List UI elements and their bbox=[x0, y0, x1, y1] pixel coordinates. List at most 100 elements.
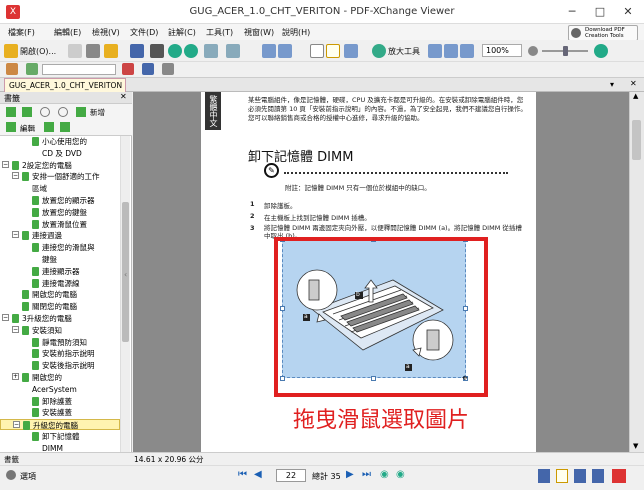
document-scrollbar-thumb[interactable] bbox=[632, 120, 641, 160]
delete-bookmark-icon[interactable] bbox=[44, 122, 54, 132]
menu-edit[interactable]: 編輯(E) bbox=[54, 27, 81, 38]
menu-tools[interactable]: 工具(T) bbox=[206, 27, 233, 38]
maximize-button[interactable]: □ bbox=[588, 3, 612, 21]
zoom-slider-thumb[interactable] bbox=[563, 46, 568, 56]
find-next-icon[interactable] bbox=[58, 107, 68, 117]
scroll-down-icon[interactable]: ▼ bbox=[633, 442, 638, 450]
open-folder-icon[interactable] bbox=[4, 44, 18, 58]
history-forward-icon[interactable]: ◉ bbox=[396, 469, 408, 481]
bookmark-item[interactable]: − 安裝須知 bbox=[0, 325, 120, 336]
actual-size-icon[interactable] bbox=[428, 44, 442, 58]
snapshot-icon[interactable] bbox=[344, 44, 358, 58]
bookmark-expander-icon[interactable]: − bbox=[12, 231, 19, 239]
scroll-up-icon[interactable]: ▲ bbox=[633, 92, 638, 100]
bookmark-item[interactable]: CD 及 DVD bbox=[0, 148, 120, 159]
rotate-icon[interactable] bbox=[278, 44, 292, 58]
zoom-plus-icon[interactable] bbox=[594, 44, 608, 58]
zoom-out-icon[interactable] bbox=[528, 46, 538, 56]
ocr-icon[interactable] bbox=[150, 44, 164, 58]
bookmark-item[interactable]: 放置您的顯示器 bbox=[0, 195, 120, 206]
bookmark-expander-icon[interactable]: − bbox=[2, 160, 9, 168]
shape-icon[interactable] bbox=[162, 63, 174, 75]
print-icon[interactable] bbox=[86, 44, 100, 58]
bookmark-item[interactable]: AcerSystem bbox=[0, 384, 120, 395]
page-number-input[interactable]: 22 bbox=[276, 469, 306, 482]
document-tab[interactable]: GUG_ACER_1.0_CHT_VERITON bbox=[4, 78, 126, 92]
bookmark-expander-icon[interactable]: − bbox=[12, 325, 19, 333]
bookmark-item[interactable]: 安裝護蓋 bbox=[0, 407, 120, 418]
tab-dropdown-icon[interactable]: ▾ bbox=[610, 80, 614, 89]
folder-icon[interactable] bbox=[104, 44, 118, 58]
collapse-all-icon[interactable] bbox=[22, 107, 32, 117]
bookmark-item[interactable]: 安裝前指示說明 bbox=[0, 348, 120, 359]
bookmark-item[interactable]: 區域 bbox=[0, 183, 120, 194]
highlight-icon[interactable] bbox=[122, 63, 134, 75]
menu-file[interactable]: 檔案(F) bbox=[8, 27, 35, 38]
typewriter-icon[interactable] bbox=[6, 63, 18, 75]
continuous-view-icon[interactable] bbox=[556, 469, 568, 483]
bookmark-item[interactable]: − 安排一個舒適的工作 bbox=[0, 171, 120, 182]
tab-close-icon[interactable]: ✕ bbox=[630, 79, 637, 88]
bookmark-expander-icon[interactable]: − bbox=[12, 172, 19, 180]
bookmark-item[interactable]: + 開啟您的 bbox=[0, 372, 120, 383]
select-text-icon[interactable] bbox=[326, 44, 340, 58]
zoom-select[interactable]: 100% bbox=[482, 44, 522, 57]
font-input[interactable] bbox=[42, 64, 116, 75]
bookmark-tree[interactable]: 小心使用您的 CD 及 DVD −2設定您的電腦 − 安排一個舒適的工作 區域 放置您的顯示… bbox=[0, 136, 120, 458]
facing-view-icon[interactable] bbox=[574, 469, 586, 483]
bookmark-item[interactable]: − 3升級您的電腦 bbox=[0, 313, 120, 324]
options-icon[interactable] bbox=[6, 470, 16, 480]
bookmark-item[interactable]: 連接電源線 bbox=[0, 278, 120, 289]
bookmark-item[interactable]: − 2設定您的電腦 bbox=[0, 160, 120, 171]
bookmark-item[interactable]: 連接您的滑鼠與 bbox=[0, 242, 120, 253]
edit-bookmark-icon[interactable] bbox=[6, 122, 16, 132]
pen-icon[interactable] bbox=[142, 63, 154, 75]
open-button-label[interactable]: 開啟(O)... bbox=[20, 46, 56, 57]
bookmark-item[interactable]: 小心使用您的 bbox=[0, 136, 120, 147]
scanner-icon[interactable] bbox=[130, 44, 144, 58]
panel-close-icon[interactable]: ✕ bbox=[120, 92, 127, 101]
menu-document[interactable]: 文件(D) bbox=[130, 27, 158, 38]
minimize-button[interactable]: ─ bbox=[560, 3, 584, 21]
zoom-in-icon[interactable] bbox=[372, 44, 386, 58]
bookmark-item[interactable]: − 連接週邊 bbox=[0, 230, 120, 241]
redo-icon[interactable] bbox=[226, 44, 240, 58]
save-icon[interactable] bbox=[68, 44, 82, 58]
menu-window[interactable]: 視窗(W) bbox=[244, 27, 274, 38]
bookmark-item[interactable]: 放置滑鼠位置 bbox=[0, 219, 120, 230]
fit-page-icon[interactable] bbox=[444, 44, 458, 58]
expand-all-icon[interactable] bbox=[6, 107, 16, 117]
hand-tool-icon[interactable] bbox=[310, 44, 324, 58]
bookmark-item[interactable]: − 升級您的電腦 bbox=[0, 419, 120, 431]
menu-help[interactable]: 說明(H) bbox=[282, 27, 310, 38]
menu-comments[interactable]: 註解(C) bbox=[168, 27, 196, 38]
bookmark-item[interactable]: 開啟您的電腦 bbox=[0, 289, 120, 300]
bookmark-item[interactable]: 靜電預防須知 bbox=[0, 337, 120, 348]
bookmark-item[interactable]: 卸下記憶體 bbox=[0, 431, 120, 442]
panel-splitter-arrow[interactable]: ‹ bbox=[124, 270, 130, 286]
bookmark-item[interactable]: 卸除護蓋 bbox=[0, 396, 120, 407]
facing-continuous-view-icon[interactable] bbox=[592, 469, 604, 483]
bookmark-item[interactable]: 關閉您的電腦 bbox=[0, 301, 120, 312]
first-page-icon[interactable]: ⏮ bbox=[238, 469, 250, 481]
bookmark-expander-icon[interactable]: + bbox=[12, 373, 19, 380]
previous-page-icon[interactable]: ◀ bbox=[254, 469, 266, 481]
history-back-icon[interactable]: ◉ bbox=[380, 469, 392, 481]
menu-view[interactable]: 檢視(V) bbox=[92, 27, 120, 38]
next-page-icon[interactable]: ▶ bbox=[346, 469, 358, 481]
new-bookmark-label[interactable]: 新增 bbox=[90, 107, 105, 118]
options-label[interactable]: 選項 bbox=[20, 471, 36, 482]
undo-icon[interactable] bbox=[204, 44, 218, 58]
bookmark-item[interactable]: 放置您的鍵盤 bbox=[0, 207, 120, 218]
bookmark-item[interactable]: 鍵盤 bbox=[0, 254, 120, 265]
page-view-icon[interactable] bbox=[262, 44, 276, 58]
fit-width-icon[interactable] bbox=[460, 44, 474, 58]
last-page-icon[interactable]: ⏭ bbox=[362, 469, 374, 481]
forward-icon[interactable] bbox=[184, 44, 198, 58]
bookmark-expander-icon[interactable]: − bbox=[2, 314, 9, 321]
single-page-view-icon[interactable] bbox=[538, 469, 550, 483]
new-bookmark-icon[interactable] bbox=[76, 107, 86, 117]
search-bookmark-icon[interactable] bbox=[40, 107, 50, 117]
bookmark-properties-icon[interactable] bbox=[60, 122, 70, 132]
stamp-icon[interactable] bbox=[26, 63, 38, 75]
